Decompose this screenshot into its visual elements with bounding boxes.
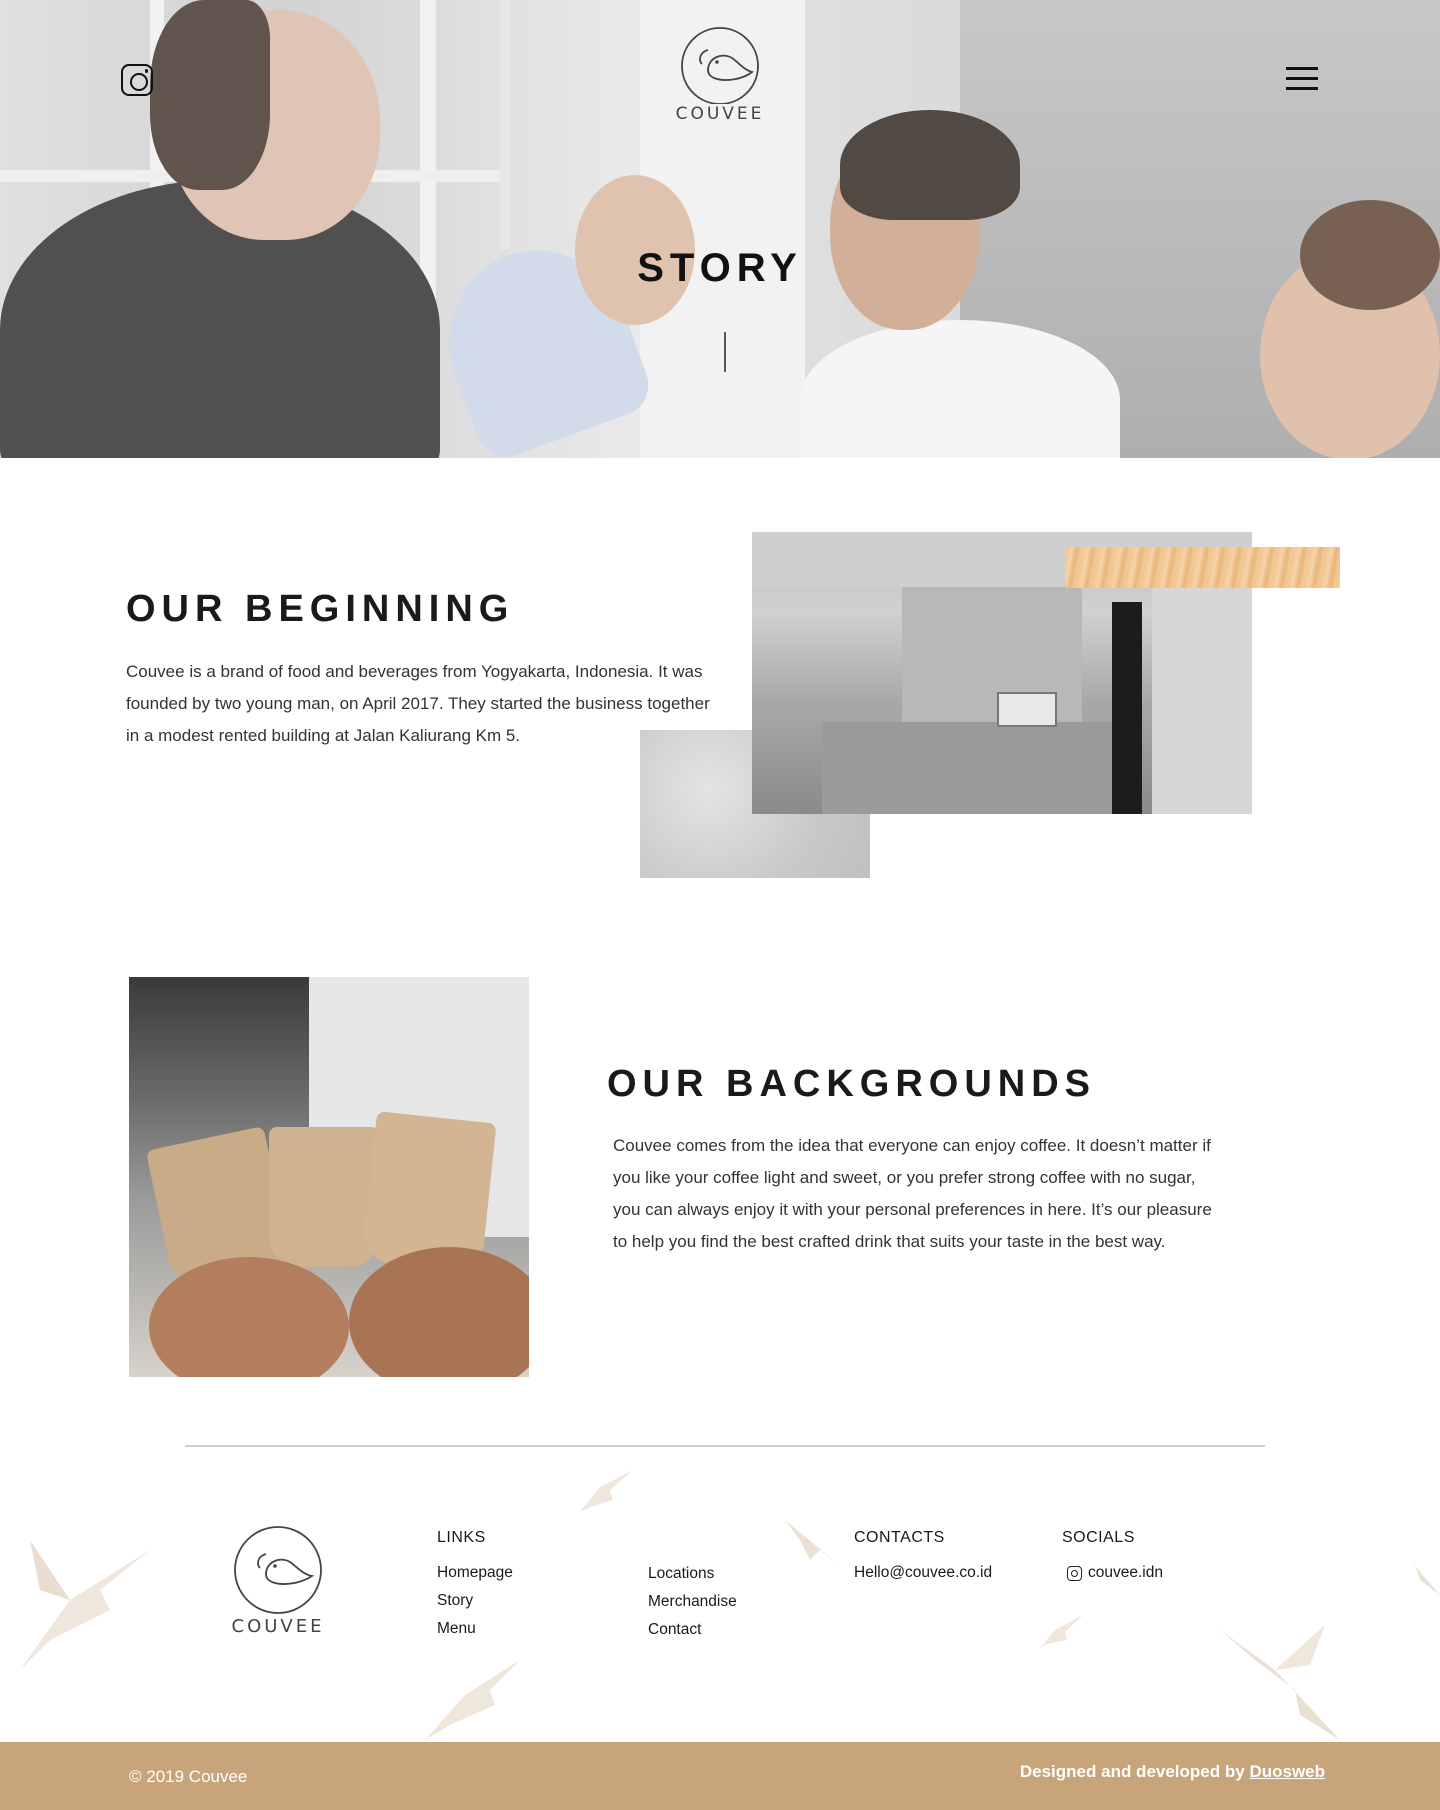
- credits-link[interactable]: Duosweb: [1249, 1762, 1325, 1781]
- section-text-beginning: Couvee is a brand of food and beverages …: [126, 662, 710, 745]
- footer-links-heading: LINKS: [437, 1529, 486, 1546]
- footer-link-story[interactable]: Story: [437, 1592, 473, 1610]
- footer-socials-heading: SOCIALS: [1062, 1529, 1135, 1546]
- copyright-text: © 2019 Couvee: [129, 1767, 248, 1786]
- origami-crane-icon: [1040, 1615, 1083, 1648]
- origami-crane-icon: [1220, 1625, 1340, 1740]
- brand-wordmark: COUVEE: [675, 104, 765, 124]
- credits-text: Designed and developed by Duosweb: [1020, 1762, 1325, 1782]
- footer-link-homepage[interactable]: Homepage: [437, 1564, 513, 1582]
- section-title-backgrounds: OUR BACKGROUNDS: [607, 1063, 1096, 1105]
- footer-link-menu[interactable]: Menu: [437, 1620, 476, 1638]
- wood-texture-image: [1066, 547, 1340, 588]
- origami-crane-icon: [425, 1660, 520, 1740]
- instagram-icon: [1067, 1566, 1082, 1581]
- section-title-beginning: OUR BEGINNING: [126, 588, 515, 630]
- footer-link-merchandise[interactable]: Merchandise: [648, 1593, 737, 1611]
- scroll-indicator-line: [724, 332, 726, 372]
- section-text-backgrounds: Couvee comes from the idea that everyone…: [613, 1136, 1212, 1251]
- footer-brand-wordmark: COUVEE: [231, 1616, 325, 1637]
- cup: [269, 1127, 379, 1267]
- footer-link-locations[interactable]: Locations: [648, 1565, 714, 1583]
- origami-crane-icon: [1380, 1530, 1440, 1595]
- origami-crane-icon: [20, 1540, 150, 1670]
- footer-contacts-heading: CONTACTS: [854, 1529, 945, 1546]
- right-wall: [1152, 562, 1252, 814]
- coffee-cups-image: [129, 977, 529, 1377]
- footer-link-contact[interactable]: Contact: [648, 1621, 701, 1639]
- instagram-icon[interactable]: [121, 64, 153, 96]
- origami-crane-icon: [785, 1520, 845, 1570]
- counter: [822, 722, 1122, 814]
- bird-logo-icon: [681, 27, 759, 105]
- footer-instagram-link[interactable]: couvee.idn: [1088, 1564, 1163, 1582]
- brand-logo[interactable]: COUVEE: [672, 24, 768, 124]
- credits-prefix: Designed and developed by: [1019, 1762, 1245, 1781]
- hamburger-menu-icon[interactable]: [1286, 67, 1318, 91]
- doorway: [1112, 602, 1142, 814]
- hero-banner: COUVEE STORY: [0, 0, 1440, 458]
- espresso-machine: [997, 692, 1057, 727]
- footer-brand-logo[interactable]: COUVEE: [230, 1524, 326, 1637]
- hand: [349, 1247, 529, 1377]
- footer-email-link[interactable]: Hello@couvee.co.id: [854, 1564, 992, 1582]
- page-title: STORY: [637, 246, 803, 290]
- bird-logo-icon: [234, 1526, 322, 1614]
- origami-crane-icon: [580, 1470, 633, 1512]
- footer-divider: [185, 1445, 1265, 1447]
